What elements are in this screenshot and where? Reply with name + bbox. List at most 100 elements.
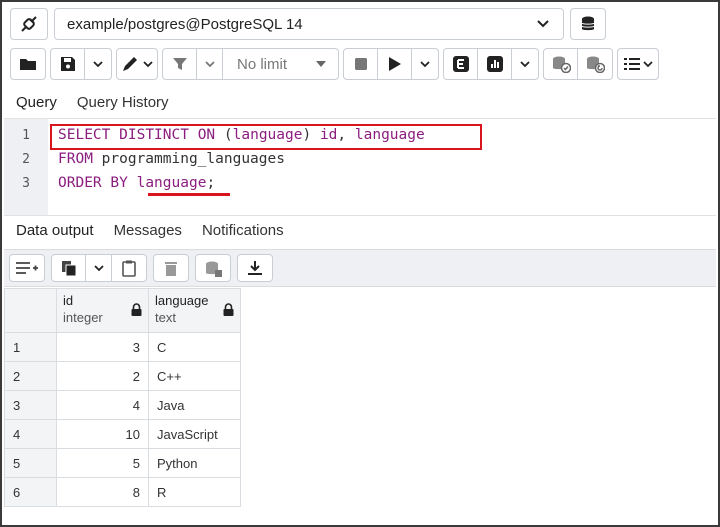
tab-data-output[interactable]: Data output: [16, 222, 94, 239]
tab-messages[interactable]: Messages: [114, 222, 182, 239]
sql-keyword-token: FROM: [58, 151, 93, 167]
explain-button[interactable]: [444, 49, 478, 79]
column-header-id[interactable]: id integer: [56, 288, 149, 333]
id-cell[interactable]: 3: [56, 332, 149, 362]
table-row[interactable]: 68R: [4, 477, 241, 507]
id-cell[interactable]: 4: [56, 390, 149, 420]
row-number-cell[interactable]: 3: [4, 390, 57, 420]
code-text: FROM programming_languages: [48, 151, 285, 167]
sql-keyword-token: ORDER: [58, 175, 102, 191]
execute-button[interactable]: [378, 49, 412, 79]
lock-icon: [131, 303, 142, 316]
code-text: ORDER BY language;: [48, 175, 215, 191]
paste-button[interactable]: [112, 255, 146, 281]
explain-analyze-button[interactable]: [478, 49, 512, 79]
output-tabs: Data output Messages Notifications: [4, 215, 716, 245]
connection-status-button[interactable]: [10, 8, 48, 40]
save-data-icon: [206, 261, 222, 277]
row-number-cell[interactable]: 5: [4, 448, 57, 478]
query-toolbar: No limit: [10, 48, 659, 80]
caret-down-icon: [316, 61, 326, 67]
column-header-language[interactable]: language text: [148, 288, 241, 333]
save-file-button[interactable]: [51, 49, 85, 79]
row-number-cell[interactable]: 1: [4, 332, 57, 362]
explain-icon: [452, 56, 469, 72]
download-button[interactable]: [238, 255, 272, 281]
sql-token: ;: [206, 175, 216, 191]
copy-button[interactable]: [52, 255, 86, 281]
copy-dropdown[interactable]: [86, 255, 112, 281]
add-row-icon: [16, 262, 38, 274]
connection-select[interactable]: example/postgres@PostgreSQL 14: [54, 8, 564, 40]
language-cell[interactable]: Python: [148, 448, 241, 478]
add-row-button[interactable]: [10, 255, 44, 281]
table-row[interactable]: 3 4 Java: [4, 390, 241, 420]
edit-button[interactable]: [117, 49, 157, 79]
save-data-button[interactable]: [196, 255, 230, 281]
delete-icon: [165, 261, 177, 276]
connection-row: example/postgres@PostgreSQL 14: [10, 8, 606, 40]
row-limit-select[interactable]: No limit: [223, 49, 338, 79]
commit-button[interactable]: [544, 49, 578, 79]
explain-dropdown[interactable]: [512, 49, 538, 79]
sql-token: programming_languages: [92, 151, 285, 167]
language-cell[interactable]: JavaScript: [148, 419, 241, 449]
query-tool-window: example/postgres@PostgreSQL 14 No limit …: [0, 0, 720, 527]
id-cell[interactable]: 8: [56, 477, 149, 507]
table-row[interactable]: 5 5 Python: [4, 448, 241, 478]
select-line-highlight: [50, 124, 482, 150]
id-cell[interactable]: 5: [56, 448, 149, 478]
execute-dropdown[interactable]: [412, 49, 438, 79]
filter-button[interactable]: [163, 49, 197, 79]
open-file-button[interactable]: [11, 49, 45, 79]
editor-line[interactable]: 3 ORDER BY language;: [4, 171, 704, 195]
table-row[interactable]: 2 2 C++: [4, 361, 241, 391]
sql-keyword-token: BY: [110, 175, 128, 191]
language-cell[interactable]: Java: [148, 390, 241, 420]
table-row[interactable]: 4 10 JavaScript: [4, 419, 241, 449]
tab-query[interactable]: Query: [16, 94, 57, 111]
tab-notifications[interactable]: Notifications: [202, 222, 284, 239]
line-number: 2: [22, 151, 30, 167]
table-row[interactable]: 13C: [4, 332, 241, 362]
filter-dropdown[interactable]: [197, 49, 223, 79]
pen-icon: [123, 57, 137, 71]
rollback-icon: [587, 56, 605, 73]
macros-icon: [623, 58, 640, 70]
row-number-header: [4, 288, 57, 333]
chevron-down-icon: [93, 264, 104, 271]
connection-name: example/postgres@PostgreSQL 14: [67, 15, 303, 33]
query-tabs: Query Query History: [4, 87, 716, 117]
stop-button[interactable]: [344, 49, 378, 79]
row-limit-value: No limit: [237, 55, 288, 73]
id-cell[interactable]: 2: [56, 361, 149, 391]
save-options-dropdown[interactable]: [85, 49, 111, 79]
database-icon: [581, 16, 595, 31]
row-number-cell[interactable]: 4: [4, 419, 57, 449]
language-cell[interactable]: C: [148, 332, 241, 362]
row-number-cell[interactable]: 6: [4, 477, 57, 507]
line-number: 1: [22, 127, 30, 143]
macros-button[interactable]: [618, 49, 658, 79]
result-grid: id integer language text 1 3 C 2 2 C++ 3 4 Java 4…: [4, 288, 241, 507]
lock-icon: [223, 303, 234, 316]
connection-plug-icon: [21, 16, 37, 32]
tab-query-history[interactable]: Query History: [77, 94, 169, 111]
editor-line[interactable]: 2 FROM programming_languages: [4, 147, 704, 171]
rollback-button[interactable]: [578, 49, 612, 79]
open-folder-icon: [20, 59, 36, 70]
stop-icon: [354, 58, 367, 70]
sql-editor[interactable]: 1 SELECT DISTINCT ON (language) id, langu…: [4, 118, 716, 215]
delete-button[interactable]: [154, 255, 188, 281]
chevron-down-icon: [204, 60, 215, 67]
new-connection-button[interactable]: [570, 8, 606, 40]
row-number-cell[interactable]: 2: [4, 361, 57, 391]
id-cell[interactable]: 10: [56, 419, 149, 449]
language-cell[interactable]: R: [148, 477, 241, 507]
chevron-down-icon: [537, 20, 549, 28]
sql-keyword-token: language: [136, 175, 207, 191]
language-cell[interactable]: C++: [148, 361, 241, 391]
line-number: 3: [22, 175, 30, 191]
chevron-down-icon: [93, 60, 103, 67]
